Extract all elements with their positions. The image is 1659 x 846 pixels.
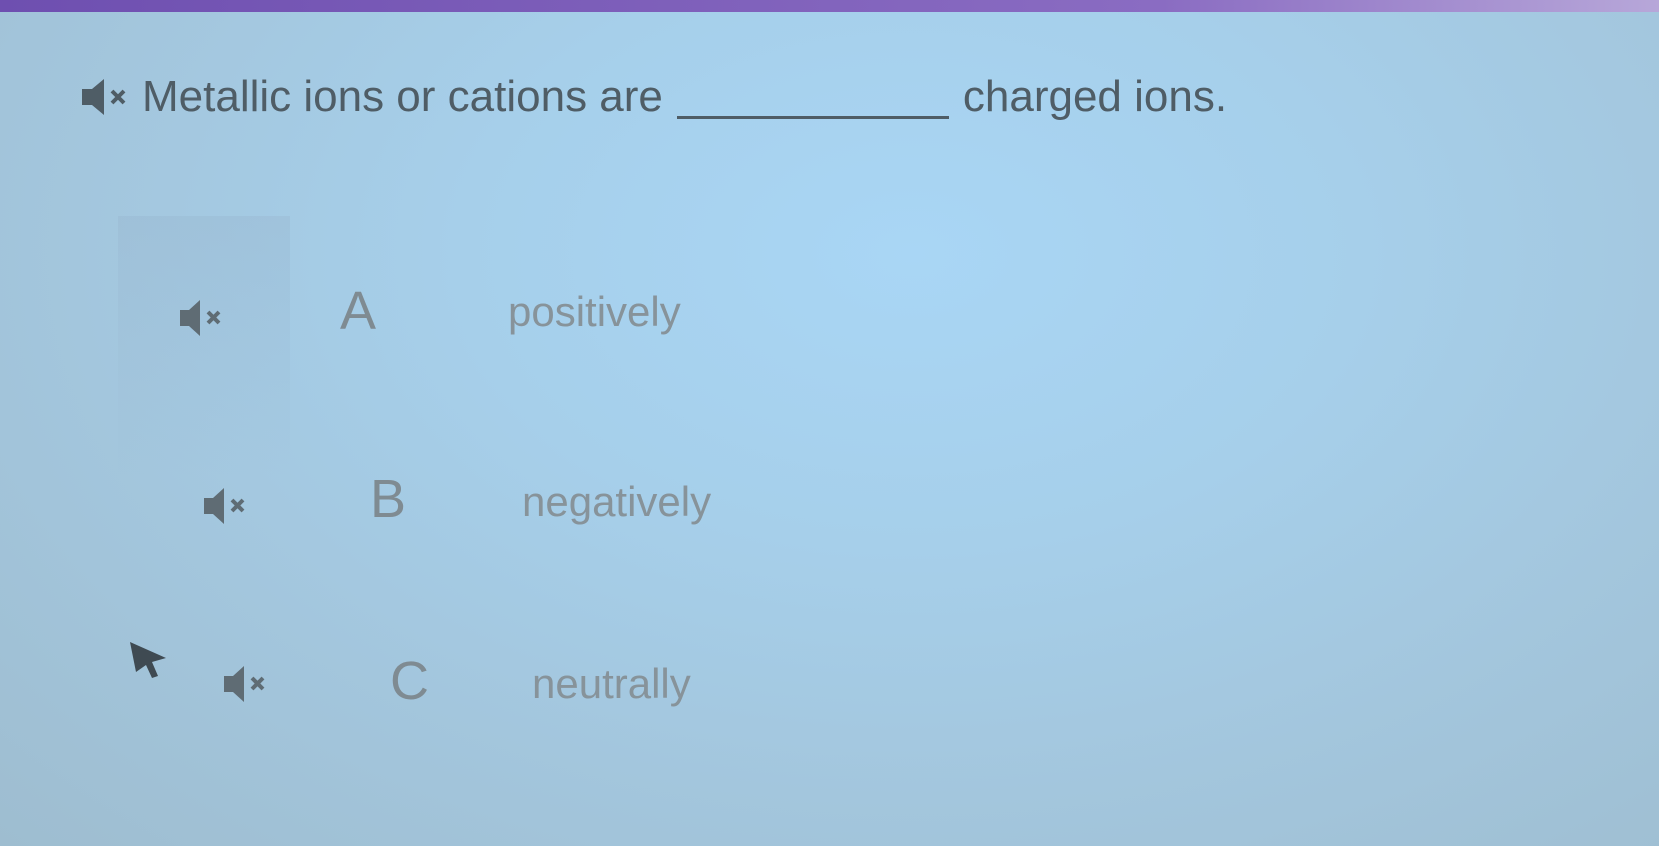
answer-blank (676, 76, 949, 119)
option-text: neutrally (532, 660, 691, 707)
speaker-mute-icon[interactable] (78, 75, 134, 119)
question-text-before: Metallic ions or cations are (142, 72, 663, 121)
speaker-mute-icon[interactable] (220, 662, 274, 711)
speaker-mute-icon[interactable] (200, 484, 254, 533)
option-letter: B (370, 469, 407, 529)
question-row: Metallic ions or cations are charged ion… (78, 72, 1227, 122)
mouse-cursor-icon (128, 640, 172, 685)
option-text: positively (508, 288, 681, 335)
question-text-after: charged ions. (962, 72, 1228, 121)
option-highlight-panel (118, 216, 290, 476)
option-text: negatively (522, 478, 712, 525)
speaker-mute-icon[interactable] (176, 296, 230, 345)
option-letter: A (340, 281, 377, 341)
top-bar (0, 0, 1659, 12)
option-letter: C (390, 651, 429, 711)
